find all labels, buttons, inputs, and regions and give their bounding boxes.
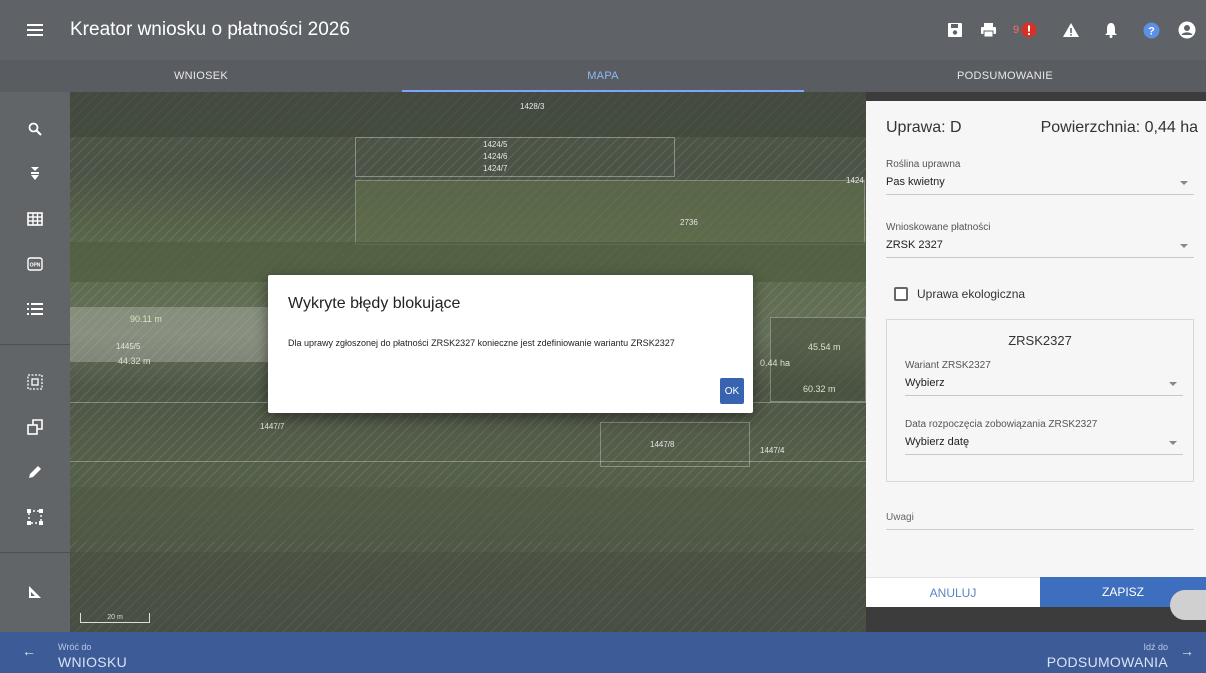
svg-text:?: ? <box>1148 25 1155 37</box>
variant-label: Wariant ZRSK2327 <box>905 360 991 371</box>
parcel-label: 2736 <box>680 218 698 227</box>
back-caption: Wróć do <box>58 642 92 652</box>
measurement-label: 0.44 ha <box>760 358 791 368</box>
copy-shape-icon[interactable] <box>20 412 50 442</box>
parcel-label: 1447/7 <box>260 422 285 431</box>
app-bar: Kreator wniosku o płatności 2026 9 ? <box>0 0 1206 60</box>
errors-count: 9 <box>1012 24 1020 36</box>
start-date-label: Data rozpoczęcia zobowiązania ZRSK2327 <box>905 419 1098 430</box>
checkbox-icon <box>894 287 908 301</box>
grid-icon[interactable] <box>20 204 50 234</box>
parcel-label: 1447/8 <box>650 440 675 449</box>
select-area-icon[interactable] <box>20 367 50 397</box>
cancel-button[interactable]: ANULUJ <box>866 577 1040 607</box>
area-value: Powierzchnia: 0,44 ha <box>1040 119 1198 136</box>
errors-indicator[interactable]: 9 <box>1006 15 1044 45</box>
dialog-message: Dla uprawy zgłoszonej do płatności ZRSK2… <box>288 338 675 348</box>
chevron-down-icon <box>1180 244 1188 248</box>
chevron-down-icon <box>1169 382 1177 386</box>
eco-checkbox[interactable]: Uprawa ekologiczna <box>894 287 1025 301</box>
error-icon <box>1021 22 1037 38</box>
variant-select[interactable]: Wariant ZRSK2327 Wybierz <box>905 360 1183 396</box>
parcel-label: 1424 <box>846 176 864 185</box>
parcel-label: 1424/6 <box>483 152 508 161</box>
help-icon[interactable]: ? <box>1136 15 1166 45</box>
save-icon[interactable] <box>940 15 970 45</box>
plant-value: Pas kwietny <box>886 176 945 188</box>
plant-select[interactable]: Roślina uprawna Pas kwietny <box>886 159 1194 195</box>
crop-panel: Uprawa: D Powierzchnia: 0,44 ha Roślina … <box>866 101 1206 607</box>
parcel-label: 1424/5 <box>483 140 508 149</box>
back-to-wniosek-link[interactable]: WNIOSKU <box>58 654 127 670</box>
search-icon[interactable] <box>20 114 50 144</box>
main-tabs: WNIOSEK MAPA PODSUMOWANIE <box>0 60 1206 92</box>
arrow-left-icon[interactable]: ← <box>22 643 36 659</box>
svg-text:OPN: OPN <box>30 263 41 269</box>
payments-label: Wnioskowane płatności <box>886 222 991 233</box>
arrow-right-icon[interactable]: → <box>1180 643 1194 659</box>
dialog-title: Wykryte błędy blokujące <box>288 295 461 312</box>
list-icon[interactable] <box>20 294 50 324</box>
zrsk-card: ZRSK2327 Wariant ZRSK2327 Wybierz Data r… <box>886 319 1194 482</box>
crop-title: Uprawa: D <box>886 119 962 136</box>
map-toolbar: OPN <box>0 92 70 632</box>
parcel-label: 1445/5 <box>116 342 141 351</box>
error-dialog: Wykryte błędy blokujące Dla uprawy zgłos… <box>268 275 753 413</box>
payments-value: ZRSK 2327 <box>886 239 943 251</box>
menu-button[interactable] <box>0 0 70 60</box>
hamburger-icon <box>27 24 43 36</box>
bell-icon[interactable] <box>1096 15 1126 45</box>
card-title: ZRSK2327 <box>1008 333 1072 348</box>
variant-value: Wybierz <box>905 377 945 389</box>
orthophoto-icon[interactable]: OPN <box>20 249 50 279</box>
parcel-label: 1428/3 <box>520 102 545 111</box>
scale-bar: 20 m <box>80 613 150 623</box>
print-icon[interactable] <box>973 15 1003 45</box>
bottom-navigation: ← Wróć do WNIOSKU Idź do PODSUMOWANIA → <box>0 632 1206 673</box>
parcel-label: 1447/4 <box>760 446 785 455</box>
measurement-label: 90.11 m <box>130 314 162 324</box>
tab-podsumowanie[interactable]: PODSUMOWANIE <box>804 60 1206 92</box>
go-to-summary-link[interactable]: PODSUMOWANIA <box>1047 654 1168 670</box>
start-date-select[interactable]: Data rozpoczęcia zobowiązania ZRSK2327 W… <box>905 419 1183 455</box>
chevron-down-icon <box>1169 441 1177 445</box>
measurement-label: 60.32 m <box>803 384 836 394</box>
forward-caption: Idź do <box>1143 642 1168 652</box>
eco-checkbox-label: Uprawa ekologiczna <box>917 287 1026 301</box>
user-account-icon[interactable] <box>1172 15 1202 45</box>
pencil-icon[interactable] <box>20 457 50 487</box>
measurement-label: 44.32 m <box>118 356 151 366</box>
ok-button[interactable]: OK <box>720 378 744 404</box>
parcel-pin-icon[interactable] <box>20 158 50 188</box>
payments-select[interactable]: Wnioskowane płatności ZRSK 2327 <box>886 222 1194 258</box>
floating-action-button[interactable] <box>1170 590 1206 620</box>
plant-label: Roślina uprawna <box>886 159 961 170</box>
measurement-label: 45.54 m <box>808 342 841 352</box>
start-date-value: Wybierz datę <box>905 436 970 448</box>
tab-wniosek[interactable]: WNIOSEK <box>0 60 402 92</box>
notes-field[interactable]: Uwagi <box>886 512 1194 530</box>
rectangle-select-icon[interactable] <box>20 502 50 532</box>
measure-angle-icon[interactable] <box>20 577 50 607</box>
tab-mapa[interactable]: MAPA <box>402 60 804 92</box>
chevron-down-icon <box>1180 181 1188 185</box>
warning-icon[interactable] <box>1056 15 1086 45</box>
app-title: Kreator wniosku o płatności 2026 <box>70 19 350 40</box>
parcel-label: 1424/7 <box>483 164 508 173</box>
